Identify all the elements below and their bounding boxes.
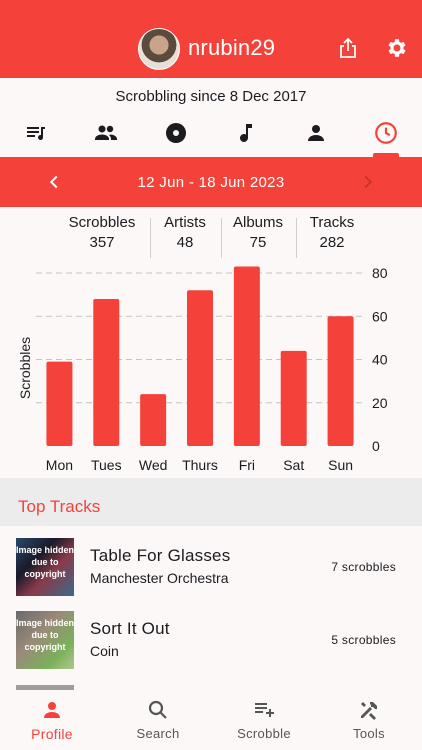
gear-icon[interactable] (385, 36, 409, 60)
track-scrobble-count: 7 scrobbles (331, 560, 396, 574)
track-row[interactable]: Image hidden due to copyright Table For … (0, 538, 422, 604)
divider (150, 218, 151, 258)
user-avatar[interactable] (138, 28, 180, 70)
stat-value: 282 (319, 234, 345, 251)
track-title: Table For Glasses (90, 546, 231, 565)
nav-label: Search (136, 726, 180, 741)
nav-search[interactable]: Search (116, 698, 200, 741)
x-tick-label: Wed (139, 457, 168, 473)
stat-label: Scrobbles (68, 214, 136, 231)
y-tick-label: 60 (372, 308, 388, 324)
stat-albums: Albums 75 (228, 214, 288, 251)
divider (296, 218, 297, 258)
playlist-icon (27, 127, 45, 140)
tools-icon (361, 702, 377, 720)
track-title: Sort It Out (90, 619, 170, 638)
album-art: Image hidden due to copyright (16, 611, 74, 669)
person-icon (308, 125, 324, 141)
nav-label: Tools (353, 726, 385, 741)
y-tick-label: 40 (372, 352, 388, 368)
clock-icon (375, 122, 397, 144)
x-tick-label: Fri (239, 457, 255, 473)
chart-bar (46, 361, 73, 446)
chart-bar (233, 266, 260, 446)
divider (221, 218, 222, 258)
stat-scrobbles: Scrobbles 357 (62, 214, 142, 251)
app-header: nrubin29 (0, 0, 422, 78)
music-note-icon (240, 124, 252, 142)
share-icon[interactable] (336, 36, 360, 60)
track-artist: Coin (90, 643, 119, 659)
chart-bar (93, 298, 120, 446)
bottom-navigation: Profile Search Scrobble Tools (0, 690, 422, 750)
tab-friends[interactable] (88, 118, 124, 148)
y-tick-label: 0 (372, 438, 380, 454)
thumb-caption: Image hidden due to copyright (16, 618, 74, 652)
stat-artists: Artists 48 (156, 214, 214, 251)
x-tick-label: Mon (46, 457, 73, 473)
chevron-right-icon[interactable] (357, 171, 379, 193)
stat-value: 357 (89, 234, 115, 251)
username: nrubin29 (188, 35, 276, 60)
nav-profile[interactable]: Profile (10, 698, 94, 742)
chart-bar (187, 290, 213, 446)
nav-label: Profile (31, 726, 73, 742)
stat-label: Albums (232, 214, 284, 231)
chart-bar (280, 350, 307, 446)
track-artist: Manchester Orchestra (90, 570, 229, 586)
thumb-caption: Image hidden due to copyright (16, 545, 74, 579)
track-scrobble-count: 5 scrobbles (331, 633, 396, 647)
stat-label: Tracks (309, 214, 355, 231)
track-row[interactable]: Image hidden due to copyright Sort It Ou… (0, 611, 422, 677)
album-art: Image hidden due to copyright (16, 538, 74, 596)
scrobbling-since: Scrobbling since 8 Dec 2017 (115, 88, 307, 105)
tab-tracks[interactable] (228, 118, 264, 148)
period-bar: 12 Jun - 18 Jun 2023 (0, 157, 422, 207)
y-tick-label: 20 (372, 395, 388, 411)
nav-scrobble[interactable]: Scrobble (222, 698, 306, 741)
y-axis-label: Scrobbles (17, 337, 33, 399)
nav-tools[interactable]: Tools (327, 698, 411, 741)
stat-tracks: Tracks 282 (302, 214, 362, 251)
section-title: Top Tracks (18, 497, 101, 516)
chart-bar (327, 316, 354, 446)
person-icon (44, 702, 60, 718)
profile-tabs (0, 112, 422, 156)
tab-playlist[interactable] (18, 118, 54, 148)
stat-label: Artists (164, 214, 206, 231)
stat-value: 75 (249, 234, 267, 251)
tab-albums[interactable] (158, 118, 194, 148)
x-tick-label: Thurs (182, 457, 218, 473)
y-tick-label: 80 (372, 265, 388, 281)
tab-history[interactable] (368, 118, 404, 148)
album-icon (166, 123, 186, 143)
playlist-add-icon (255, 703, 274, 717)
friends-icon (95, 125, 117, 140)
chart-bar (140, 394, 167, 446)
nav-label: Scrobble (237, 726, 291, 741)
x-tick-label: Sun (328, 457, 353, 473)
tab-artists[interactable] (298, 118, 334, 148)
scrobbles-bar-chart: 0 20 40 60 80 Scrobbles Mon Tues Wed Thurs Fri Sat S… (17, 265, 388, 473)
x-tick-label: Tues (91, 457, 122, 473)
stat-value: 48 (176, 234, 194, 251)
search-icon (148, 700, 167, 719)
stats-row: Scrobbles 357 Artists 48 Albums 75 Track… (0, 214, 422, 258)
x-tick-label: Sat (283, 457, 304, 473)
